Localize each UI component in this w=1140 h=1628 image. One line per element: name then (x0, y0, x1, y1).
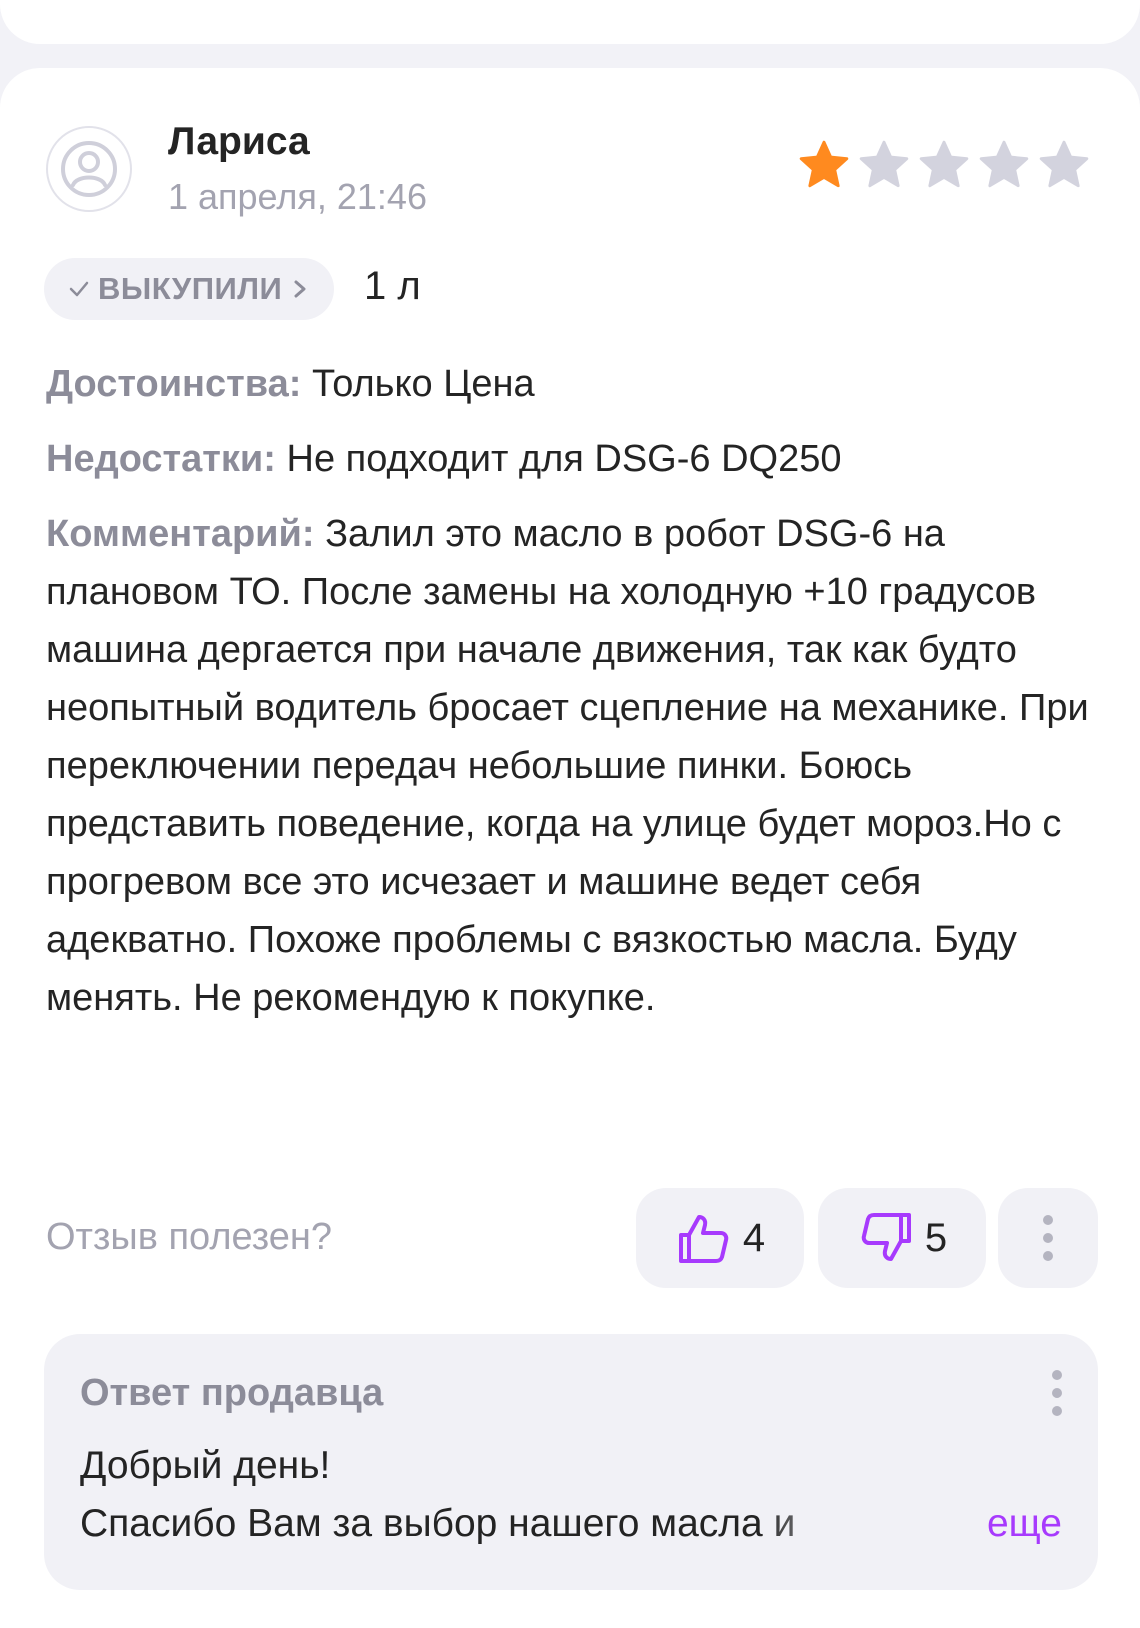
author-name: Лариса (168, 120, 310, 163)
seller-reply-greeting: Добрый день! (80, 1444, 331, 1487)
product-variant: 1 л (364, 264, 421, 308)
star-empty-icon (859, 140, 909, 188)
review-date: 1 апреля, 21:46 (168, 176, 427, 217)
seller-reply-title: Ответ продавца (80, 1372, 384, 1414)
cons-label: Недостатки: (46, 438, 276, 480)
pros-text: Достоинства: Только Цена (46, 355, 535, 413)
review-more-button[interactable] (998, 1188, 1098, 1288)
thumbs-up-icon (678, 1215, 729, 1263)
like-button[interactable]: 4 (636, 1188, 804, 1288)
more-vertical-icon (1052, 1370, 1062, 1416)
purchased-badge[interactable]: ВЫКУПИЛИ (44, 258, 335, 320)
pros-label: Достоинства: (46, 363, 302, 405)
comment-value: Залил это масло в робот DSG-6 на планово… (46, 513, 1089, 1019)
chevron-right-icon (294, 280, 306, 298)
like-count: 4 (742, 1215, 766, 1260)
user-circle-icon (61, 141, 117, 197)
pros-value: Только Цена (301, 363, 535, 405)
previous-card (0, 0, 1140, 44)
cons-text: Недостатки: Не подходит для DSG-6 DQ250 (46, 430, 841, 488)
comment-text: Комментарий: Залил это масло в робот DSG… (46, 505, 1096, 1027)
dislike-count: 5 (924, 1215, 948, 1260)
seller-reply-preview: Спасибо Вам за выбор нашего масла и (80, 1502, 796, 1545)
helpful-question: Отзыв полезен? (46, 1216, 333, 1258)
star-rating (796, 137, 1092, 193)
star-empty-icon (979, 140, 1029, 188)
purchased-badge-label: ВЫКУПИЛИ (98, 271, 283, 306)
seller-reply-expand-link[interactable]: еще (987, 1502, 1062, 1546)
more-vertical-icon (1043, 1215, 1053, 1261)
seller-reply-menu-button[interactable] (1052, 1370, 1062, 1416)
comment-label: Комментарий: (46, 513, 315, 555)
star-empty-icon (1039, 140, 1089, 188)
cons-value: Не подходит для DSG-6 DQ250 (275, 438, 842, 480)
star-filled-icon (799, 140, 849, 188)
star-empty-icon (919, 140, 969, 188)
avatar (46, 126, 132, 212)
seller-reply: Ответ продавца Добрый день! Спасибо Вам … (44, 1334, 1098, 1590)
check-icon (69, 281, 89, 297)
dislike-button[interactable]: 5 (818, 1188, 986, 1288)
thumbs-down-icon (861, 1213, 911, 1261)
